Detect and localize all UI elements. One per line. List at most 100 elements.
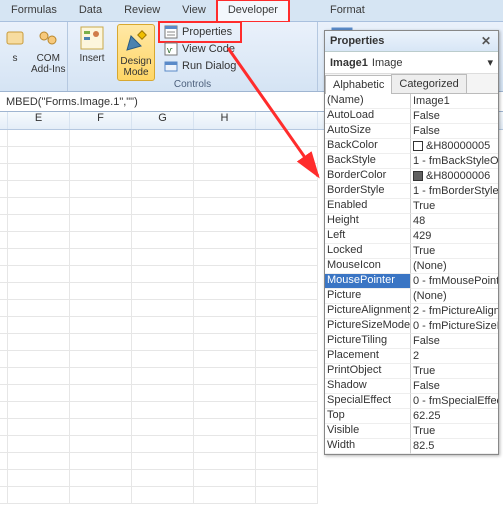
property-value[interactable]: 82.5 [411,439,498,454]
cell[interactable] [8,487,70,504]
cell[interactable] [132,198,194,215]
design-mode-button[interactable]: Design Mode [117,24,155,81]
property-row[interactable]: (Name)Image1 [325,94,498,109]
cell[interactable] [8,419,70,436]
cell[interactable] [256,470,318,487]
cell[interactable] [194,283,256,300]
property-row[interactable]: Left429 [325,229,498,244]
property-value[interactable]: True [411,244,498,259]
property-value[interactable]: 429 [411,229,498,244]
col-header[interactable]: F [70,112,132,129]
property-row[interactable]: ShadowFalse [325,379,498,394]
cell[interactable] [256,181,318,198]
cell[interactable] [8,215,70,232]
property-value[interactable]: &H80000006 [411,169,498,184]
cell[interactable] [70,130,132,147]
col-header[interactable]: G [132,112,194,129]
property-value[interactable]: Image1 [411,94,498,109]
property-value[interactable]: &H80000005 [411,139,498,154]
tab-review[interactable]: Review [113,0,171,21]
property-row[interactable]: AutoSizeFalse [325,124,498,139]
cell[interactable] [194,181,256,198]
property-row[interactable]: BackColor&H80000005 [325,139,498,154]
property-row[interactable]: VisibleTrue [325,424,498,439]
cell[interactable] [70,436,132,453]
cell[interactable] [132,351,194,368]
cell[interactable] [256,436,318,453]
cell[interactable] [256,215,318,232]
cell[interactable] [8,300,70,317]
cell[interactable] [194,385,256,402]
cell[interactable] [256,487,318,504]
property-value[interactable]: 1 - fmBorderStyleSingle [411,184,498,199]
cell[interactable] [256,402,318,419]
cell[interactable] [8,385,70,402]
property-value[interactable]: (None) [411,289,498,304]
cell[interactable] [70,232,132,249]
cell[interactable] [132,232,194,249]
cell[interactable] [132,249,194,266]
cell[interactable] [8,334,70,351]
col-header[interactable] [256,112,318,129]
cell[interactable] [132,419,194,436]
properties-button[interactable]: Properties [161,24,239,40]
property-value[interactable]: False [411,334,498,349]
cell[interactable] [194,249,256,266]
cell[interactable] [8,283,70,300]
cell[interactable] [70,300,132,317]
cell[interactable] [256,164,318,181]
property-row[interactable]: BackStyle1 - fmBackStyleOpaque [325,154,498,169]
cell[interactable] [70,470,132,487]
cell[interactable] [8,453,70,470]
cell[interactable] [256,130,318,147]
cell[interactable] [194,334,256,351]
insert-button[interactable]: Insert [73,24,111,64]
cell[interactable] [70,351,132,368]
property-row[interactable]: PictureAlignment2 - fmPictureAlignmentCe… [325,304,498,319]
property-value[interactable]: True [411,364,498,379]
property-row[interactable]: PictureTilingFalse [325,334,498,349]
cell[interactable] [70,368,132,385]
tab-format[interactable]: Format [319,0,376,21]
cell[interactable] [70,215,132,232]
property-value[interactable]: 1 - fmBackStyleOpaque [411,154,498,169]
property-row[interactable]: Top62.25 [325,409,498,424]
cell[interactable] [70,453,132,470]
cell[interactable] [194,215,256,232]
property-row[interactable]: BorderColor&H80000006 [325,169,498,184]
cell[interactable] [132,470,194,487]
cell[interactable] [132,368,194,385]
cell[interactable] [132,402,194,419]
cell[interactable] [132,215,194,232]
cell[interactable] [256,453,318,470]
property-row[interactable]: LockedTrue [325,244,498,259]
cell[interactable] [194,487,256,504]
cell[interactable] [8,249,70,266]
cell[interactable] [256,368,318,385]
col-header[interactable]: E [8,112,70,129]
cell[interactable] [8,181,70,198]
cell[interactable] [256,266,318,283]
cell[interactable] [8,402,70,419]
cell[interactable] [70,164,132,181]
cell[interactable] [132,164,194,181]
run-dialog-button[interactable]: Run Dialog [161,58,239,74]
cell[interactable] [256,385,318,402]
cell[interactable] [8,368,70,385]
cell[interactable] [194,164,256,181]
cell[interactable] [132,283,194,300]
cell[interactable] [8,147,70,164]
cell[interactable] [132,436,194,453]
cell[interactable] [132,266,194,283]
cell[interactable] [194,351,256,368]
cell[interactable] [8,232,70,249]
property-value[interactable]: False [411,124,498,139]
property-value[interactable]: 0 - fmMousePointerDefault▾ [411,274,498,289]
cell[interactable] [132,334,194,351]
cell[interactable] [70,181,132,198]
property-row[interactable]: Height48 [325,214,498,229]
cell[interactable] [70,283,132,300]
property-value[interactable]: 48 [411,214,498,229]
cell[interactable] [256,300,318,317]
cell[interactable] [132,300,194,317]
